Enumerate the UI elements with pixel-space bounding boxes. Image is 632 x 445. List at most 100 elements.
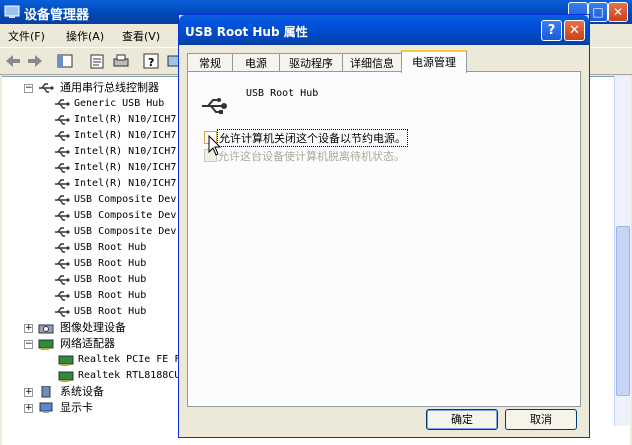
tab-power[interactable]: 电源 [232,53,280,72]
collapse-icon[interactable]: − [24,84,33,93]
device-manager-title: 设备管理器 [24,8,90,23]
tab-general[interactable]: 常规 [187,53,233,72]
cancel-button[interactable]: 取消 [505,409,577,430]
close-icon[interactable]: ✕ [564,20,585,41]
usb-icon [55,179,70,189]
back-arrow-icon[interactable] [4,52,22,70]
usb-icon [55,147,70,157]
tree-item-label: USB Composite Dev [74,194,177,205]
network-card-icon [58,371,74,382]
usb-icon [55,211,70,221]
svg-text:?: ? [148,56,154,69]
tree-item[interactable]: USB Root Hub [54,272,184,288]
tree-category-system[interactable]: + 系统设备 [24,384,174,400]
monitor-icon [39,402,53,413]
tree-category-label: 图像处理设备 [60,321,126,334]
tree-item[interactable]: Intel(R) N10/ICH7 [54,144,184,160]
tree-item[interactable]: Intel(R) N10/ICH7 [54,160,184,176]
tree-item-label: USB Root Hub [74,258,147,269]
tree-item[interactable]: USB Root Hub [54,256,184,272]
usb-icon [55,131,70,141]
tree-item-label: Intel(R) N10/ICH7 [74,114,177,125]
usb-icon [55,195,70,205]
camera-icon [38,324,54,334]
tree-item[interactable]: Intel(R) N10/ICH7 [54,176,184,192]
tree-category-label: 系统设备 [60,385,104,398]
usb-icon [55,163,70,173]
allow-off-label[interactable]: 允许计算机关闭这个设备以节约电源。 [217,129,408,147]
tree-item[interactable]: Realtek PCIe FE F [58,352,184,368]
tab-power-management[interactable]: 电源管理 [401,50,467,73]
properties-icon[interactable] [88,52,106,70]
tree-category-display[interactable]: + 显示卡 [24,400,174,416]
tree-item-label: Intel(R) N10/ICH7 [74,178,177,189]
tree-item-label: USB Composite Dev [74,226,177,237]
menu-action[interactable]: 操作(A) [66,28,104,44]
expand-icon[interactable]: + [24,324,33,333]
usb-icon [55,227,70,237]
usb-icon [55,115,70,125]
tree-item-label: Intel(R) N10/ICH7 [74,146,177,157]
help-icon[interactable]: ? [541,20,562,41]
network-card-icon [58,355,74,366]
usb-icon [39,83,54,93]
tree-category-usb[interactable]: − 通用串行总线控制器 [24,80,194,96]
close-icon[interactable]: ✕ [608,2,628,22]
usb-icon [55,275,70,285]
menu-view[interactable]: 查看(V) [122,28,160,44]
usb-icon [202,98,227,114]
tree-item-label: Generic USB Hub [74,98,165,109]
usb-icon [55,307,70,317]
tree-item-label: USB Root Hub [74,306,147,317]
expand-icon[interactable]: + [24,388,33,397]
tree-item[interactable]: USB Composite Dev [54,208,184,224]
tab-details[interactable]: 详细信息 [342,53,402,72]
scrollbar-thumb[interactable] [616,226,630,396]
tree-item-label: Realtek RTL8188CU [78,370,181,381]
tree-item[interactable]: USB Composite Dev [54,192,184,208]
tree-item[interactable]: Intel(R) N10/ICH7 [54,128,184,144]
usb-icon [55,259,70,269]
tree-item[interactable]: USB Root Hub [54,288,184,304]
vertical-scrollbar[interactable] [614,76,631,426]
tree-category-label: 显示卡 [60,401,93,414]
tree-category-label: 网络适配器 [60,337,115,350]
dialog-titlebar[interactable]: USB Root Hub 属性 ? ✕ [179,15,589,45]
menu-file[interactable]: 文件(F) [8,28,45,44]
dialog-title: USB Root Hub 属性 [185,25,308,39]
ok-button[interactable]: 确定 [426,409,498,430]
tree-category-imaging[interactable]: + 图像处理设备 [24,320,174,336]
properties-dialog: USB Root Hub 属性 ? ✕ 常规 电源 驱动程序 详细信息 USB … [178,14,590,438]
tree-category-network[interactable]: − 网络适配器 [24,336,174,352]
help-icon[interactable]: ? [142,52,160,70]
tree-item-label: Intel(R) N10/ICH7 [74,130,177,141]
tree-category-label: 通用串行总线控制器 [60,81,159,94]
print-icon[interactable] [112,52,130,70]
tree-item[interactable]: Intel(R) N10/ICH7 [54,112,184,128]
tree-item-label: USB Composite Dev [74,210,177,221]
expand-icon[interactable]: + [24,404,33,413]
tree-item[interactable]: Generic USB Hub [54,96,184,112]
tree-item-label: USB Root Hub [74,274,147,285]
maximize-icon[interactable]: □ [588,2,608,22]
tree-item[interactable]: USB Composite Dev [54,224,184,240]
forward-arrow-icon[interactable] [26,52,44,70]
device-manager-icon [4,5,20,18]
tab-driver[interactable]: 驱动程序 [279,53,343,72]
usb-icon [55,243,70,253]
tree-item-label: USB Root Hub [74,290,147,301]
device-name: USB Root Hub [246,88,319,99]
tree-item-label: USB Root Hub [74,242,147,253]
mouse-cursor-icon [208,135,222,156]
tree-item[interactable]: USB Root Hub [54,304,184,320]
computer-icon [41,386,51,398]
tree-item-label: Intel(R) N10/ICH7 [74,162,177,173]
tree-item-label: Realtek PCIe FE F [78,354,181,365]
network-card-icon [38,339,54,350]
tree-item[interactable]: USB Root Hub [54,240,184,256]
show-hide-tree-icon[interactable] [56,52,74,70]
usb-icon [55,99,70,109]
collapse-icon[interactable]: − [24,340,33,349]
tree-item[interactable]: Realtek RTL8188CU [58,368,184,384]
tab-panel-power-management: USB Root Hub 允许计算机关闭这个设备以节约电源。 允许这台设备使计算… [187,71,581,407]
